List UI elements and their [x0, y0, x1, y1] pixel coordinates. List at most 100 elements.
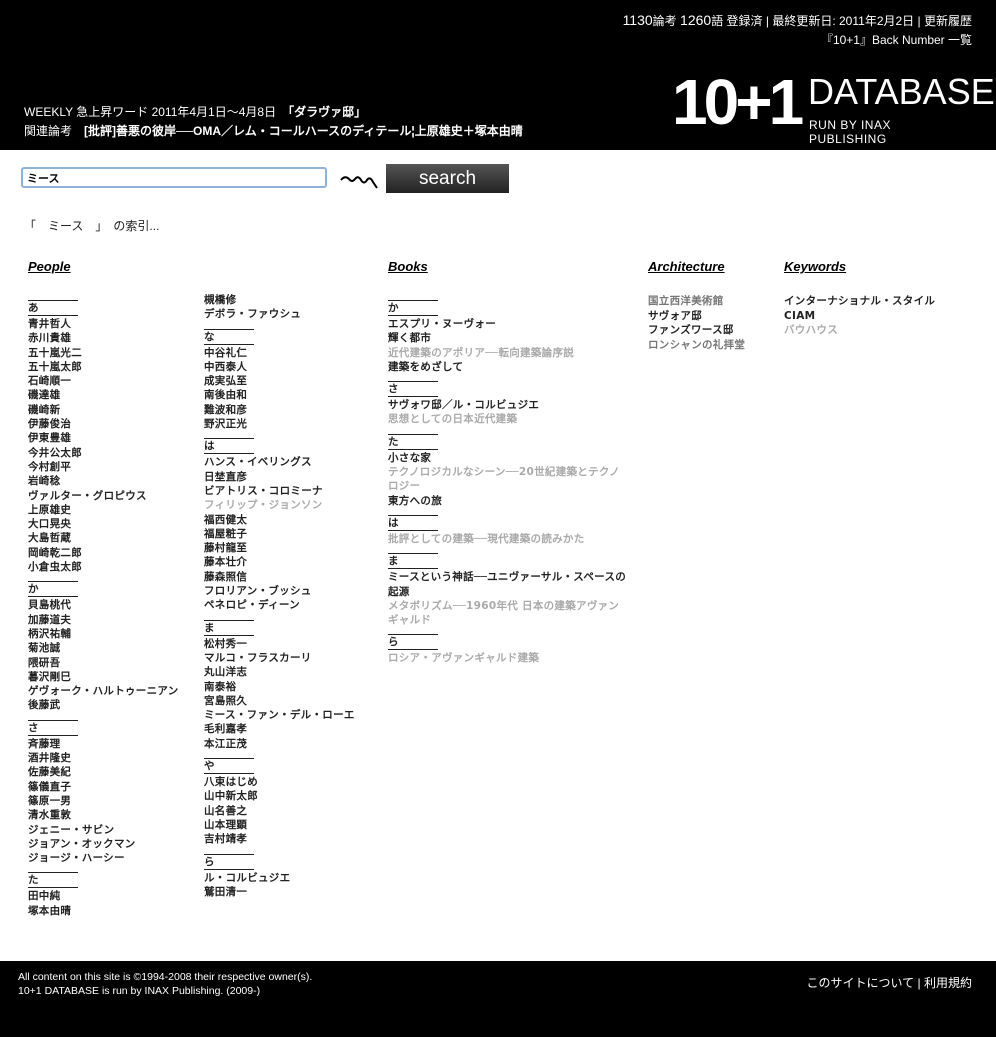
index-item-link[interactable]: 吉村靖孝	[204, 832, 355, 846]
index-item-link[interactable]: 槻橋修	[204, 293, 355, 307]
index-item-link[interactable]: 難波和彦	[204, 403, 355, 417]
index-item-link[interactable]: 山名善之	[204, 804, 355, 818]
index-item-link[interactable]: 五十嵐光二	[28, 346, 179, 360]
index-item-link[interactable]: サヴォワ邸／ル・コルビュジエ	[388, 398, 628, 412]
index-item-link[interactable]: 南泰裕	[204, 680, 355, 694]
index-item-link[interactable]: CIAM	[784, 309, 935, 324]
index-item-link[interactable]: 酒井隆史	[28, 751, 179, 765]
index-item-link[interactable]: 藤森照信	[204, 570, 355, 584]
index-item-link[interactable]: ビアトリス・コロミーナ	[204, 484, 355, 498]
index-item-link[interactable]: 青井哲人	[28, 317, 179, 331]
index-item-link[interactable]: 磯崎新	[28, 403, 179, 417]
index-item-link[interactable]: 中西泰人	[204, 360, 355, 374]
index-item-link[interactable]: エスプリ・ヌーヴォー	[388, 317, 628, 331]
index-item-link[interactable]: ペネロピ・ディーン	[204, 598, 355, 612]
index-item-link[interactable]: 小さな家	[388, 451, 628, 465]
index-item-link[interactable]: 福屋粧子	[204, 527, 355, 541]
index-item-link[interactable]: 佐藤美紀	[28, 765, 179, 779]
index-item-link[interactable]: バウハウス	[784, 323, 935, 338]
index-item-link[interactable]: 野沢正光	[204, 417, 355, 431]
back-number-link[interactable]: 『10+1』Back Number 一覧	[821, 33, 972, 47]
index-item-link[interactable]: 伊藤俊治	[28, 417, 179, 431]
index-item-link[interactable]: 後藤武	[28, 698, 179, 712]
index-item-link[interactable]: フロリアン・ブッシュ	[204, 584, 355, 598]
index-item-link[interactable]: 菊池誠	[28, 641, 179, 655]
index-item-link[interactable]: 国立西洋美術館	[648, 294, 745, 309]
index-item-link[interactable]: 八束はじめ	[204, 775, 355, 789]
index-item-link[interactable]: 篠原一男	[28, 794, 179, 808]
index-item-link[interactable]: 輝く都市	[388, 331, 628, 345]
index-item-link[interactable]: ファンズワース邸	[648, 323, 745, 338]
index-item-link[interactable]: 加藤道夫	[28, 613, 179, 627]
index-item-link[interactable]: 中谷礼仁	[204, 346, 355, 360]
index-item-link[interactable]: 清水重敦	[28, 808, 179, 822]
search-button[interactable]: search	[386, 164, 509, 193]
index-item-link[interactable]: 大島哲蔵	[28, 531, 179, 545]
index-item-link[interactable]: 宮島照久	[204, 694, 355, 708]
index-item-link[interactable]: 丸山洋志	[204, 665, 355, 679]
index-item-link[interactable]: ル・コルビュジエ	[204, 871, 355, 885]
index-item-link[interactable]: 思想としての日本近代建築	[388, 412, 628, 426]
index-item-link[interactable]: 伊東豊雄	[28, 431, 179, 445]
index-item-link[interactable]: ゲヴォーク・ハルトゥーニアン	[28, 684, 179, 698]
search-input[interactable]	[21, 167, 327, 188]
index-item-link[interactable]: ジョージ・ハーシー	[28, 851, 179, 865]
people-heading[interactable]: People	[28, 259, 71, 274]
index-item-link[interactable]: 南後由和	[204, 388, 355, 402]
index-item-link[interactable]: 福西健太	[204, 513, 355, 527]
index-item-link[interactable]: 今井公太郎	[28, 446, 179, 460]
index-item-link[interactable]: 斉藤理	[28, 737, 179, 751]
index-item-link[interactable]: 篠儀直子	[28, 780, 179, 794]
index-item-link[interactable]: 鷲田清一	[204, 885, 355, 899]
architecture-heading[interactable]: Architecture	[648, 259, 725, 274]
index-item-link[interactable]: ヴァルター・グロピウス	[28, 489, 179, 503]
index-item-link[interactable]: フィリップ・ジョンソン	[204, 498, 355, 512]
site-logo[interactable]: 10+1 DATABASE RUN BY INAX PUBLISHING	[672, 70, 995, 146]
index-item-link[interactable]: 山中新太郎	[204, 789, 355, 803]
index-item-link[interactable]: ジェニー・サビン	[28, 823, 179, 837]
keywords-heading[interactable]: Keywords	[784, 259, 846, 274]
index-item-link[interactable]: 柄沢祐輔	[28, 627, 179, 641]
index-item-link[interactable]: 藤村龍至	[204, 541, 355, 555]
index-item-link[interactable]: 毛利嘉孝	[204, 722, 355, 736]
books-heading[interactable]: Books	[388, 259, 428, 274]
index-item-link[interactable]: 藤本壮介	[204, 555, 355, 569]
index-item-link[interactable]: 東方への旅	[388, 494, 628, 508]
related-article-link[interactable]: [批評]善悪の彼岸──OMA／レム・コールハースのディテール¦上原雄史＋塚本由晴	[84, 124, 523, 138]
index-item-link[interactable]: 本江正茂	[204, 737, 355, 751]
index-item-link[interactable]: 五十嵐太郎	[28, 360, 179, 374]
index-item-link[interactable]: 日埜直彦	[204, 470, 355, 484]
index-item-link[interactable]: インターナショナル・スタイル	[784, 294, 935, 309]
index-item-link[interactable]: 小倉虫太郎	[28, 560, 179, 574]
update-history-link[interactable]: 更新履歴	[924, 14, 972, 28]
index-item-link[interactable]: 近代建築のアポリア──転向建築論序説	[388, 346, 628, 360]
index-item-link[interactable]: 山本理顕	[204, 818, 355, 832]
index-item-link[interactable]: ハンス・イベリングス	[204, 455, 355, 469]
index-item-link[interactable]: 松村秀一	[204, 637, 355, 651]
index-item-link[interactable]: 上原雄史	[28, 503, 179, 517]
index-item-link[interactable]: 成実弘至	[204, 374, 355, 388]
index-item-link[interactable]: 隈研吾	[28, 656, 179, 670]
index-item-link[interactable]: 貝島桃代	[28, 598, 179, 612]
index-item-link[interactable]: ロシア・アヴァンギャルド建築	[388, 651, 628, 665]
index-item-link[interactable]: 暮沢剛巳	[28, 670, 179, 684]
index-item-link[interactable]: メタボリズム──1960年代 日本の建築アヴァンギャルド	[388, 599, 628, 628]
index-item-link[interactable]: 石崎順一	[28, 374, 179, 388]
index-item-link[interactable]: デボラ・ファウシュ	[204, 307, 355, 321]
index-item-link[interactable]: ロンシャンの礼拝堂	[648, 338, 745, 353]
index-item-link[interactable]: マルコ・フラスカーリ	[204, 651, 355, 665]
index-item-link[interactable]: 磯達雄	[28, 388, 179, 402]
index-item-link[interactable]: 赤川貴雄	[28, 331, 179, 345]
about-link[interactable]: このサイトについて	[807, 976, 915, 990]
index-item-link[interactable]: 岡崎乾二郎	[28, 546, 179, 560]
index-item-link[interactable]: ミースという神話──ユニヴァーサル・スペースの起源	[388, 570, 628, 599]
index-item-link[interactable]: 建築をめざして	[388, 360, 628, 374]
terms-link[interactable]: 利用規約	[924, 976, 972, 990]
weekly-word-link[interactable]: 「ダラヴァ邸」	[288, 105, 366, 119]
index-item-link[interactable]: 批評としての建築──現代建築の読みかた	[388, 532, 628, 546]
index-item-link[interactable]: 田中純	[28, 889, 179, 903]
index-item-link[interactable]: テクノロジカルなシーン──20世紀建築とテクノロジー	[388, 465, 628, 494]
index-item-link[interactable]: サヴォア邸	[648, 309, 745, 324]
index-item-link[interactable]: 塚本由晴	[28, 904, 179, 918]
index-item-link[interactable]: 大口晃央	[28, 517, 179, 531]
